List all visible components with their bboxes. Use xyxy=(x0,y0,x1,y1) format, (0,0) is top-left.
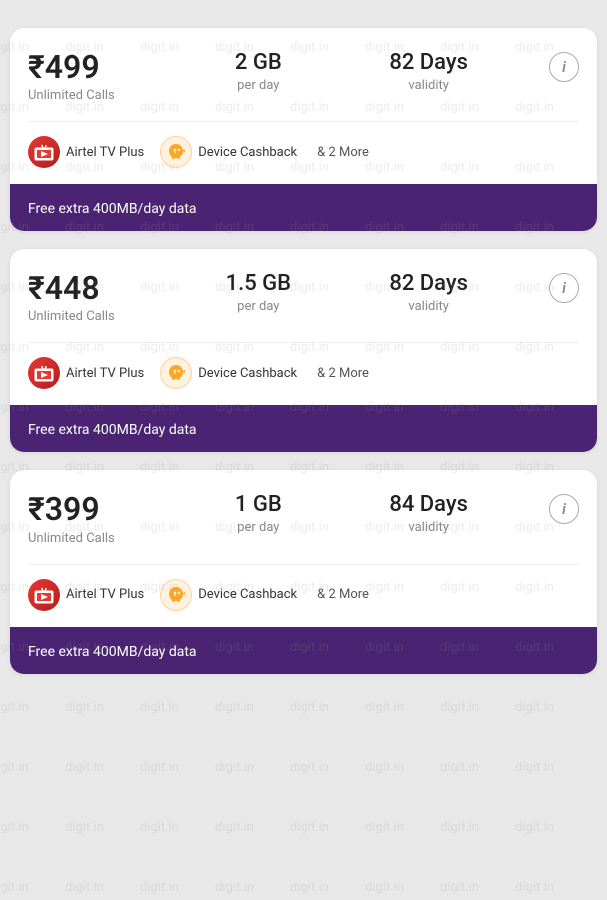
data-value-2: 1 GB xyxy=(208,492,308,517)
plan-card-0: ₹499 Unlimited Calls 2 GB per day 82 Day… xyxy=(10,28,597,231)
benefit-cashback-0: ₹ Device Cashback xyxy=(160,136,297,168)
plan-card-2: ₹399 Unlimited Calls 1 GB per day 84 Day… xyxy=(10,470,597,673)
more-label-1: & 2 More xyxy=(317,366,369,381)
data-sub-0: per day xyxy=(208,78,308,93)
benefit-cashback-2: ₹ Device Cashback xyxy=(160,579,297,611)
price-value-1: ₹448 xyxy=(28,271,138,306)
data-sub-1: per day xyxy=(208,299,308,314)
info-icon-1[interactable]: i xyxy=(549,273,579,303)
cashback-label-2: Device Cashback xyxy=(198,587,297,602)
plan-data-2: 1 GB per day xyxy=(208,492,308,535)
airtel-tv-icon-1 xyxy=(28,357,60,389)
plan-info-row-0: ₹499 Unlimited Calls 2 GB per day 82 Day… xyxy=(28,50,579,103)
card-body-0: ₹499 Unlimited Calls 2 GB per day 82 Day… xyxy=(10,28,597,184)
plan-info-row-1: ₹448 Unlimited Calls 1.5 GB per day 82 D… xyxy=(28,271,579,324)
plan-price-1: ₹448 Unlimited Calls xyxy=(28,271,138,324)
price-value-2: ₹399 xyxy=(28,492,138,527)
plan-validity-0: 82 Days validity xyxy=(379,50,479,93)
validity-sub-2: validity xyxy=(379,520,479,535)
card-footer-2: Free extra 400MB/day data xyxy=(10,627,597,674)
cashback-label-0: Device Cashback xyxy=(198,145,297,160)
footer-text-0: Free extra 400MB/day data xyxy=(28,201,197,217)
benefit-tv-1: Airtel TV Plus xyxy=(28,357,144,389)
divider-1 xyxy=(28,342,579,343)
cashback-icon-1: ₹ xyxy=(160,357,192,389)
cashback-label-1: Device Cashback xyxy=(198,366,297,381)
price-sub-1: Unlimited Calls xyxy=(28,309,138,324)
card-body-1: ₹448 Unlimited Calls 1.5 GB per day 82 D… xyxy=(10,249,597,405)
benefit-tv-2: Airtel TV Plus xyxy=(28,579,144,611)
price-sub-0: Unlimited Calls xyxy=(28,88,138,103)
divider-2 xyxy=(28,564,579,565)
plan-card-1: ₹448 Unlimited Calls 1.5 GB per day 82 D… xyxy=(10,249,597,452)
more-label-2: & 2 More xyxy=(317,587,369,602)
info-icon-2[interactable]: i xyxy=(549,494,579,524)
price-value-0: ₹499 xyxy=(28,50,138,85)
plan-data-0: 2 GB per day xyxy=(208,50,308,93)
card-body-2: ₹399 Unlimited Calls 1 GB per day 84 Day… xyxy=(10,470,597,626)
benefits-row-2: Airtel TV Plus ₹ Device Cashback & 2 Mor… xyxy=(28,579,579,611)
price-sub-2: Unlimited Calls xyxy=(28,531,138,546)
airtel-tv-icon-0 xyxy=(28,136,60,168)
card-footer-0: Free extra 400MB/day data xyxy=(10,184,597,231)
cashback-icon-2: ₹ xyxy=(160,579,192,611)
data-sub-2: per day xyxy=(208,520,308,535)
cashback-icon-0: ₹ xyxy=(160,136,192,168)
validity-value-0: 82 Days xyxy=(379,50,479,75)
more-label-0: & 2 More xyxy=(317,145,369,160)
airtel-tv-label-0: Airtel TV Plus xyxy=(66,145,144,160)
validity-sub-1: validity xyxy=(379,299,479,314)
data-value-1: 1.5 GB xyxy=(208,271,308,296)
plan-price-0: ₹499 Unlimited Calls xyxy=(28,50,138,103)
airtel-tv-label-2: Airtel TV Plus xyxy=(66,587,144,602)
plan-price-2: ₹399 Unlimited Calls xyxy=(28,492,138,545)
info-icon-0[interactable]: i xyxy=(549,52,579,82)
airtel-tv-label-1: Airtel TV Plus xyxy=(66,366,144,381)
card-footer-1: Free extra 400MB/day data xyxy=(10,405,597,452)
validity-value-2: 84 Days xyxy=(379,492,479,517)
benefit-cashback-1: ₹ Device Cashback xyxy=(160,357,297,389)
plan-validity-1: 82 Days validity xyxy=(379,271,479,314)
benefit-tv-0: Airtel TV Plus xyxy=(28,136,144,168)
data-value-0: 2 GB xyxy=(208,50,308,75)
plan-info-row-2: ₹399 Unlimited Calls 1 GB per day 84 Day… xyxy=(28,492,579,545)
footer-text-2: Free extra 400MB/day data xyxy=(28,644,197,660)
benefits-row-1: Airtel TV Plus ₹ Device Cashback & 2 Mor… xyxy=(28,357,579,389)
divider-0 xyxy=(28,121,579,122)
validity-value-1: 82 Days xyxy=(379,271,479,296)
validity-sub-0: validity xyxy=(379,78,479,93)
benefits-row-0: Airtel TV Plus ₹ Device Cashback & 2 Mor… xyxy=(28,136,579,168)
plan-validity-2: 84 Days validity xyxy=(379,492,479,535)
plan-data-1: 1.5 GB per day xyxy=(208,271,308,314)
footer-text-1: Free extra 400MB/day data xyxy=(28,422,197,438)
airtel-tv-icon-2 xyxy=(28,579,60,611)
